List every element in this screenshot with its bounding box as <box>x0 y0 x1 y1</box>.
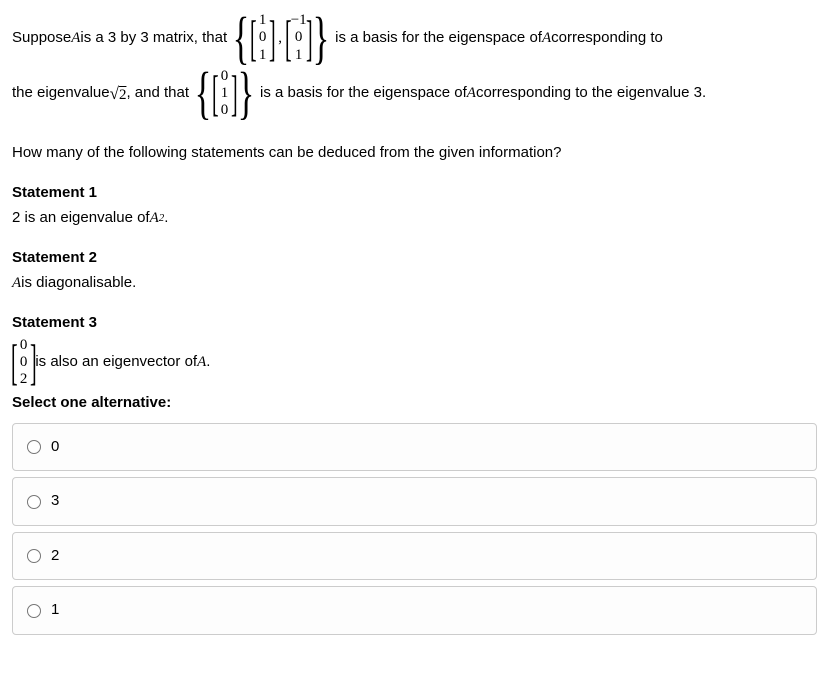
comma: , <box>278 27 282 50</box>
vector-3: [ 0 1 0 ] <box>213 68 236 120</box>
left-bracket-icon: [ <box>250 22 257 55</box>
statement-2: Statement 2 A is diagonalisable. <box>12 247 817 294</box>
radio-input[interactable] <box>27 549 41 563</box>
intro-text: is a basis for the eigenspace of <box>260 82 467 105</box>
options-list: 0 3 2 1 <box>12 423 817 635</box>
vector-entries: −1 0 1 <box>291 12 307 64</box>
basis-set-1: { [ 1 0 1 ] , [ −1 0 1 ] } <box>231 12 331 64</box>
statement-title: Statement 3 <box>12 312 817 335</box>
statement-1: Statement 1 2 is an eigenvalue of A2. <box>12 182 817 229</box>
option-label: 3 <box>51 490 59 513</box>
vector-entries: 1 0 1 <box>256 12 270 64</box>
intro-line-1: Suppose A is a 3 by 3 matrix, that { [ 1… <box>12 12 817 64</box>
question-content: Suppose A is a 3 by 3 matrix, that { [ 1… <box>12 12 817 635</box>
intro-text: the eigenvalue <box>12 82 110 105</box>
statement-body: [ 0 0 2 ] is also an eigenvector of A. <box>12 337 817 389</box>
statement-body: A is diagonalisable. <box>12 272 817 295</box>
right-bracket-icon: ] <box>269 22 276 55</box>
left-bracket-icon: [ <box>285 22 292 55</box>
radio-input[interactable] <box>27 495 41 509</box>
var-A: A <box>150 207 159 230</box>
left-bracket-icon: [ <box>11 346 18 379</box>
option-0[interactable]: 0 <box>12 423 817 472</box>
left-bracket-icon: [ <box>212 77 219 110</box>
basis-set-2: { [ 0 1 0 ] } <box>193 68 256 120</box>
right-bracket-icon: ] <box>306 22 313 55</box>
right-brace-icon: } <box>313 18 330 59</box>
radio-input[interactable] <box>27 440 41 454</box>
statement-body: 2 is an eigenvalue of A2. <box>12 207 817 230</box>
statement-title: Statement 1 <box>12 182 817 205</box>
intro-text: corresponding to the eigenvalue 3. <box>476 82 706 105</box>
radio-input[interactable] <box>27 604 41 618</box>
intro-text: Suppose <box>12 27 71 50</box>
question-text: How many of the following statements can… <box>12 142 817 165</box>
vector-entries: 0 1 0 <box>218 68 232 120</box>
select-label: Select one alternative: <box>12 392 817 415</box>
intro-text: is a basis for the eigenspace of <box>335 27 542 50</box>
option-label: 1 <box>51 599 59 622</box>
right-bracket-icon: ] <box>230 77 237 110</box>
statement-title: Statement 2 <box>12 247 817 270</box>
intro-text: corresponding to <box>551 27 663 50</box>
option-2[interactable]: 2 <box>12 532 817 581</box>
vector-2: [ −1 0 1 ] <box>286 12 311 64</box>
right-bracket-icon: ] <box>30 346 37 379</box>
intro-text: is a 3 by 3 matrix, that <box>80 27 227 50</box>
option-label: 0 <box>51 436 59 459</box>
right-brace-icon: } <box>238 73 255 114</box>
option-3[interactable]: 3 <box>12 477 817 526</box>
var-A: A <box>542 27 551 50</box>
left-brace-icon: { <box>233 18 250 59</box>
intro-text: , and that <box>126 82 189 105</box>
option-label: 2 <box>51 545 59 568</box>
vector-1: [ 1 0 1 ] <box>251 12 274 64</box>
vector-entries: 0 0 2 <box>17 337 31 389</box>
intro-line-2: the eigenvalue √2 , and that { [ 0 1 0 ]… <box>12 68 817 120</box>
option-1[interactable]: 1 <box>12 586 817 635</box>
var-A: A <box>71 27 80 50</box>
var-A: A <box>467 82 476 105</box>
sqrt-2: √2 <box>110 81 127 107</box>
left-brace-icon: { <box>195 73 212 114</box>
var-A: A <box>197 351 206 374</box>
vector-4: [ 0 0 2 ] <box>12 337 35 389</box>
var-A: A <box>12 272 21 295</box>
statement-3: Statement 3 [ 0 0 2 ] is also an eigenve… <box>12 312 817 388</box>
